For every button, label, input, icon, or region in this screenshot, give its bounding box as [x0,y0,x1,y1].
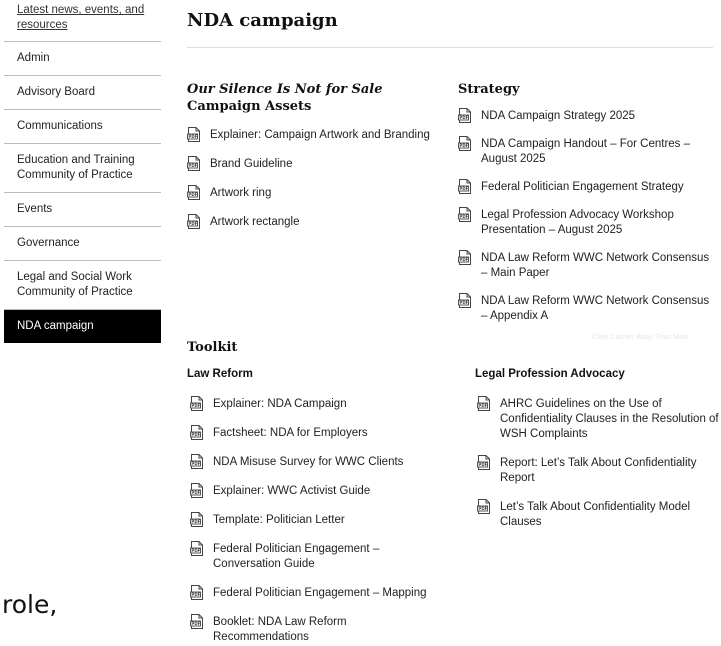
pdf-file-icon [190,425,204,440]
doc-link[interactable]: Booklet: NDA Law Reform Recommendations [213,615,440,645]
law-reform-heading: Law Reform [187,368,253,380]
sidebar-item-label: NDA campaign [17,320,94,332]
sidebar-item-latest-news[interactable]: Latest news, events, and resources [4,0,161,42]
sidebar-item-advisory-board[interactable]: Advisory Board [4,76,161,110]
doc-link[interactable]: NDA Law Reform WWC Network Consensus – M… [481,251,713,281]
sidebar-item-label: Governance [17,237,80,249]
pdf-file-icon [190,454,204,469]
pdf-file-icon [187,127,201,142]
doc-link[interactable]: Report: Let’s Talk About Confidentiality… [500,456,719,486]
pdf-file-icon [187,156,201,171]
doc-link[interactable]: Factsheet: NDA for Employers [213,426,440,441]
pdf-file-icon [477,455,491,470]
list-item[interactable]: Artwork ring [187,186,442,201]
law-reform-list: Explainer: NDA Campaign Factsheet: NDA f… [190,397,440,645]
pdf-file-icon [190,396,204,411]
list-item[interactable]: NDA Law Reform WWC Network Consensus – A… [458,294,713,324]
sidebar-item-label: Advisory Board [17,86,95,98]
pdf-file-icon [458,207,472,222]
doc-link[interactable]: Artwork rectangle [210,215,442,230]
doc-link[interactable]: Template: Politician Letter [213,513,440,528]
list-item[interactable]: Booklet: NDA Law Reform Recommendations [190,615,440,645]
pdf-file-icon [458,250,472,265]
list-item[interactable]: Federal Politician Engagement – Mapping [190,586,440,601]
legal-advocacy-heading: Legal Profession Advocacy [475,368,625,380]
list-item[interactable]: NDA Misuse Survey for WWC Clients [190,455,440,470]
doc-link[interactable]: NDA Law Reform WWC Network Consensus – A… [481,294,713,324]
doc-link[interactable]: NDA Misuse Survey for WWC Clients [213,455,440,470]
doc-link[interactable]: Explainer: WWC Activist Guide [213,484,440,499]
legal-advocacy-list: AHRC Guidelines on the Use of Confidenti… [477,397,719,530]
doc-link[interactable]: Let’s Talk About Confidentiality Model C… [500,500,719,530]
pdf-file-icon [458,293,472,308]
assets-italic-heading: Our Silence Is Not for Sale [187,82,383,97]
doc-link[interactable]: AHRC Guidelines on the Use of Confidenti… [500,397,719,442]
pdf-file-icon [458,136,472,151]
doc-link[interactable]: Federal Politician Engagement Strategy [481,180,713,195]
sidebar-item-communications[interactable]: Communications [4,110,161,144]
sidebar-item-legal-social-work[interactable]: Legal and Social Work Community of Pract… [4,261,161,310]
list-item[interactable]: Explainer: WWC Activist Guide [190,484,440,499]
sidebar-nav: Latest news, events, and resources Admin… [4,0,161,343]
strategy-heading: Strategy [458,82,520,97]
title-divider [187,47,713,48]
list-item[interactable]: Let’s Talk About Confidentiality Model C… [477,500,719,530]
list-item[interactable]: Federal Politician Engagement Strategy [458,180,713,195]
doc-link[interactable]: Legal Profession Advocacy Workshop Prese… [481,208,713,238]
list-item[interactable]: Template: Politician Letter [190,513,440,528]
sidebar-item-label: Admin [17,52,50,64]
list-item[interactable]: Federal Politician Engagement – Conversa… [190,542,440,572]
stray-text: role, [2,590,58,619]
doc-link[interactable]: Artwork ring [210,186,442,201]
pdf-file-icon [477,396,491,411]
pdf-file-icon [187,214,201,229]
list-item[interactable]: Explainer: NDA Campaign [190,397,440,412]
list-item[interactable]: Explainer: Campaign Artwork and Branding [187,128,442,143]
doc-link[interactable]: Explainer: Campaign Artwork and Branding [210,128,442,143]
doc-link[interactable]: Federal Politician Engagement – Conversa… [213,542,440,572]
sidebar-item-education-training[interactable]: Education and Training Community of Prac… [4,144,161,193]
sidebar-item-events[interactable]: Events [4,193,161,227]
faint-overlay-text: Clear Caches Bday, Thus Mark [592,334,689,341]
list-item[interactable]: Legal Profession Advocacy Workshop Prese… [458,208,713,238]
sidebar-item-label: Legal and Social Work Community of Pract… [17,271,133,298]
page-title: NDA campaign [187,10,338,31]
doc-link[interactable]: NDA Campaign Strategy 2025 [481,109,713,124]
list-item[interactable]: Artwork rectangle [187,215,442,230]
sidebar-item-governance[interactable]: Governance [4,227,161,261]
list-item[interactable]: NDA Campaign Handout – For Centres – Aug… [458,137,713,167]
doc-link[interactable]: Brand Guideline [210,157,442,172]
sidebar-item-admin[interactable]: Admin [4,42,161,76]
toolkit-heading: Toolkit [187,340,238,355]
sidebar-item-label: Education and Training Community of Prac… [17,154,135,181]
pdf-file-icon [190,483,204,498]
pdf-file-icon [458,108,472,123]
list-item[interactable]: NDA Campaign Strategy 2025 [458,109,713,124]
doc-link[interactable]: Explainer: NDA Campaign [213,397,440,412]
doc-link[interactable]: NDA Campaign Handout – For Centres – Aug… [481,137,713,167]
sidebar-item-label: Communications [17,120,103,132]
list-item[interactable]: Report: Let’s Talk About Confidentiality… [477,456,719,486]
sidebar-item-label[interactable]: Latest news, events, and resources [17,4,144,31]
list-item[interactable]: AHRC Guidelines on the Use of Confidenti… [477,397,719,442]
list-item[interactable]: Brand Guideline [187,157,442,172]
pdf-file-icon [190,585,204,600]
strategy-list: NDA Campaign Strategy 2025 NDA Campaign … [458,109,713,324]
list-item[interactable]: NDA Law Reform WWC Network Consensus – M… [458,251,713,281]
pdf-file-icon [190,541,204,556]
sidebar-item-label: Events [17,203,53,215]
pdf-file-icon [477,499,491,514]
pdf-file-icon [190,614,204,629]
pdf-file-icon [187,185,201,200]
pdf-file-icon [190,512,204,527]
doc-link[interactable]: Federal Politician Engagement – Mapping [213,586,440,601]
sidebar-item-nda-campaign[interactable]: NDA campaign [4,310,161,343]
campaign-assets-list: Explainer: Campaign Artwork and Branding… [187,128,442,230]
pdf-file-icon [458,179,472,194]
campaign-assets-heading: Campaign Assets [187,99,312,114]
list-item[interactable]: Factsheet: NDA for Employers [190,426,440,441]
